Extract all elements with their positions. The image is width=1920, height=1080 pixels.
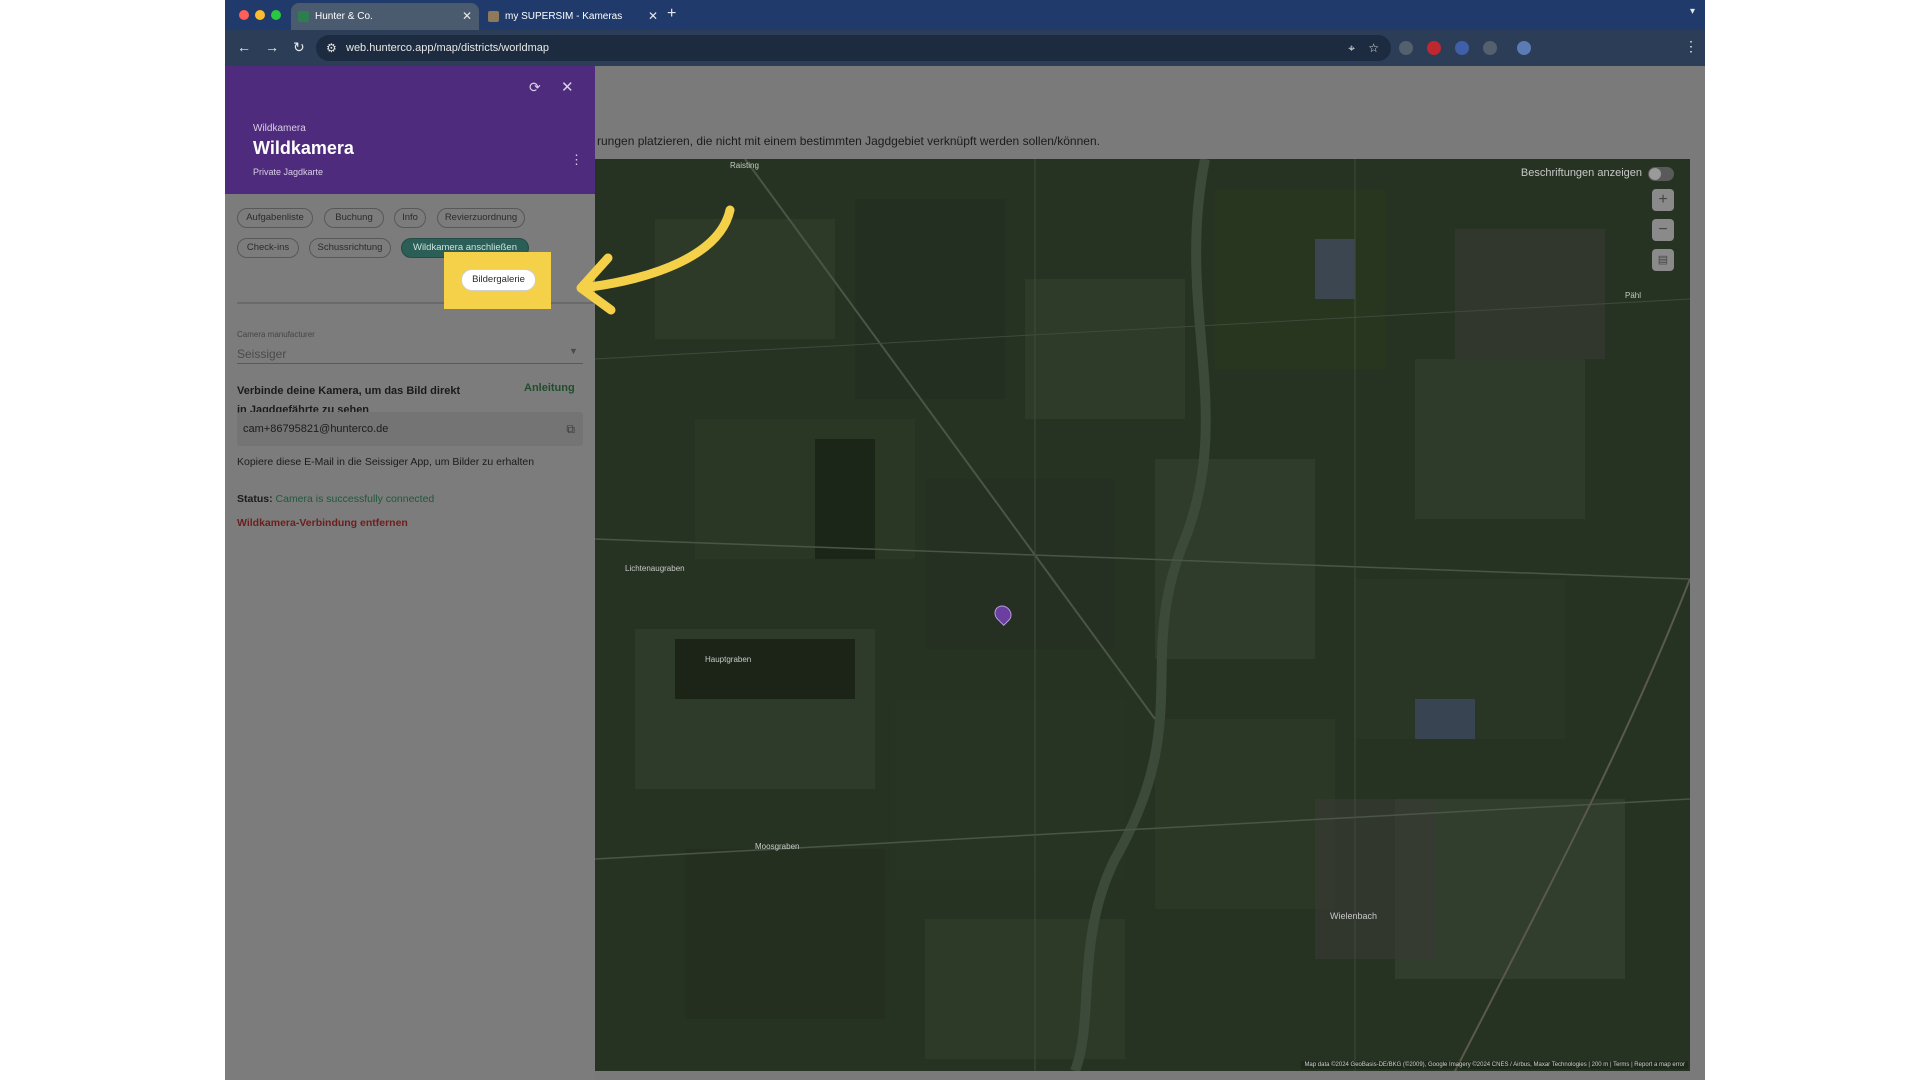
annotation-arrow — [576, 205, 735, 315]
browser-window: Hunter & Co. ✕ my SUPERSIM - Kameras ✕ +… — [225, 0, 1705, 1080]
